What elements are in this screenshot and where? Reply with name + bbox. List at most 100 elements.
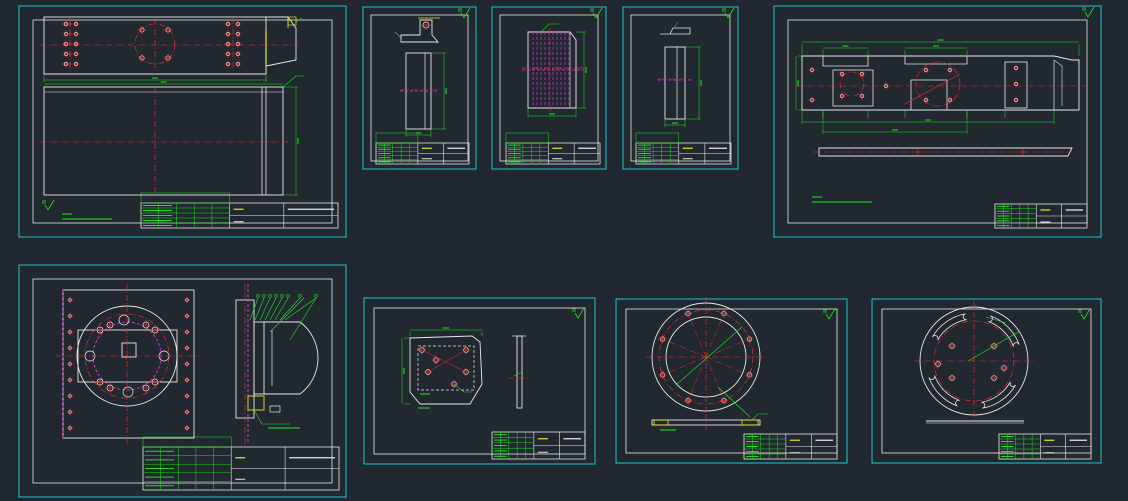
sheet-outer-frame <box>615 298 848 464</box>
parts-list-header <box>635 132 679 144</box>
title-block <box>505 132 601 165</box>
sheet-outer-frame <box>871 298 1102 464</box>
radial-line <box>705 336 755 358</box>
surface-roughness-icon <box>1082 6 1095 18</box>
sheet-s2 <box>362 6 477 170</box>
title-block <box>998 433 1092 460</box>
section-hatch <box>653 419 669 426</box>
balloon-leader <box>274 297 289 321</box>
surface-roughness-icon <box>1078 308 1091 320</box>
parts-list-header <box>505 132 549 144</box>
radial-line <box>705 356 755 378</box>
arc-slot <box>932 313 967 341</box>
surface-roughness-icon <box>572 307 585 319</box>
sheet-s8 <box>615 297 848 464</box>
balloon-leader <box>259 297 271 321</box>
arc-slot <box>928 375 960 407</box>
roughness-check <box>825 308 836 320</box>
sheet-s6 <box>18 264 347 498</box>
balloon-leader <box>264 297 277 321</box>
section-hatch <box>741 419 759 426</box>
slot-end <box>118 314 130 326</box>
leader <box>282 75 304 88</box>
cad-drawing-canvas[interactable] <box>0 0 1128 501</box>
path <box>1053 59 1063 106</box>
leader <box>453 383 472 393</box>
dimension-line <box>967 330 1021 362</box>
title-block <box>743 433 838 460</box>
boss <box>822 56 869 67</box>
sheet-outer-frame <box>363 297 596 465</box>
balloon-leader <box>269 297 305 333</box>
title-block <box>142 436 340 491</box>
rect <box>269 405 281 413</box>
sheet-inner-frame <box>881 308 1092 454</box>
balloon <box>298 294 302 298</box>
arc-slot <box>981 381 1016 409</box>
roughness-check <box>574 307 585 319</box>
balloon <box>256 294 260 298</box>
path <box>513 371 523 377</box>
surface-roughness-icon <box>823 308 836 320</box>
parts-list-header <box>140 192 230 204</box>
title-block <box>635 132 732 165</box>
sheet-s9 <box>871 298 1102 464</box>
balloon <box>286 294 290 298</box>
sheet-s1 <box>18 5 347 238</box>
roughness-check <box>44 199 55 211</box>
balloon <box>314 294 318 298</box>
base-plate <box>62 289 195 439</box>
roughness-check <box>460 7 471 19</box>
pitch-circle <box>915 61 961 107</box>
balloon-leader <box>269 297 283 321</box>
balloon <box>262 294 266 298</box>
leader <box>394 31 402 39</box>
path <box>673 21 679 29</box>
surface-roughness-icon <box>42 199 55 211</box>
radial-line <box>657 336 707 358</box>
sheet-s4 <box>622 6 739 170</box>
roughness-check <box>1084 6 1095 18</box>
front-view-plate <box>43 86 284 196</box>
sheet-s3 <box>491 6 607 170</box>
radial-line <box>657 356 707 378</box>
bar-side <box>664 46 686 120</box>
pocket <box>832 69 874 107</box>
center-square <box>121 342 137 358</box>
sheet-inner-frame <box>630 14 731 162</box>
radial-line <box>685 308 707 358</box>
radial-line <box>685 356 707 406</box>
sheet-inner-frame <box>787 19 1088 224</box>
side-bar <box>516 335 523 409</box>
parts-list-header <box>375 132 419 144</box>
roughness-check <box>1080 308 1091 320</box>
title-block <box>375 132 470 165</box>
bar-top <box>660 27 691 35</box>
sheet-s7 <box>363 297 596 465</box>
surface-roughness-icon <box>722 7 735 19</box>
path <box>751 413 768 421</box>
balloon-leader <box>254 297 265 321</box>
slot-end <box>122 386 134 398</box>
sheet-inner-frame <box>370 14 469 162</box>
balloon <box>280 294 284 298</box>
roughness-check <box>592 7 603 19</box>
boss <box>904 56 968 65</box>
sheet-inner-frame <box>32 19 333 224</box>
radial-line <box>705 356 727 406</box>
sheet-s5 <box>773 5 1102 238</box>
balloon <box>268 294 272 298</box>
bracket-top <box>400 19 439 43</box>
sheet-outer-frame <box>18 5 347 238</box>
plate-bent-end <box>265 16 297 67</box>
parts-list-header <box>142 436 232 448</box>
balloon <box>274 294 278 298</box>
surface-roughness-icon <box>590 7 603 19</box>
roughness-check <box>724 7 735 19</box>
diameter-dim <box>675 326 743 386</box>
construction-line <box>421 349 467 373</box>
title-block <box>491 431 586 460</box>
title-block <box>994 203 1088 229</box>
arc-slot <box>988 315 1020 347</box>
weld-block <box>247 395 265 411</box>
